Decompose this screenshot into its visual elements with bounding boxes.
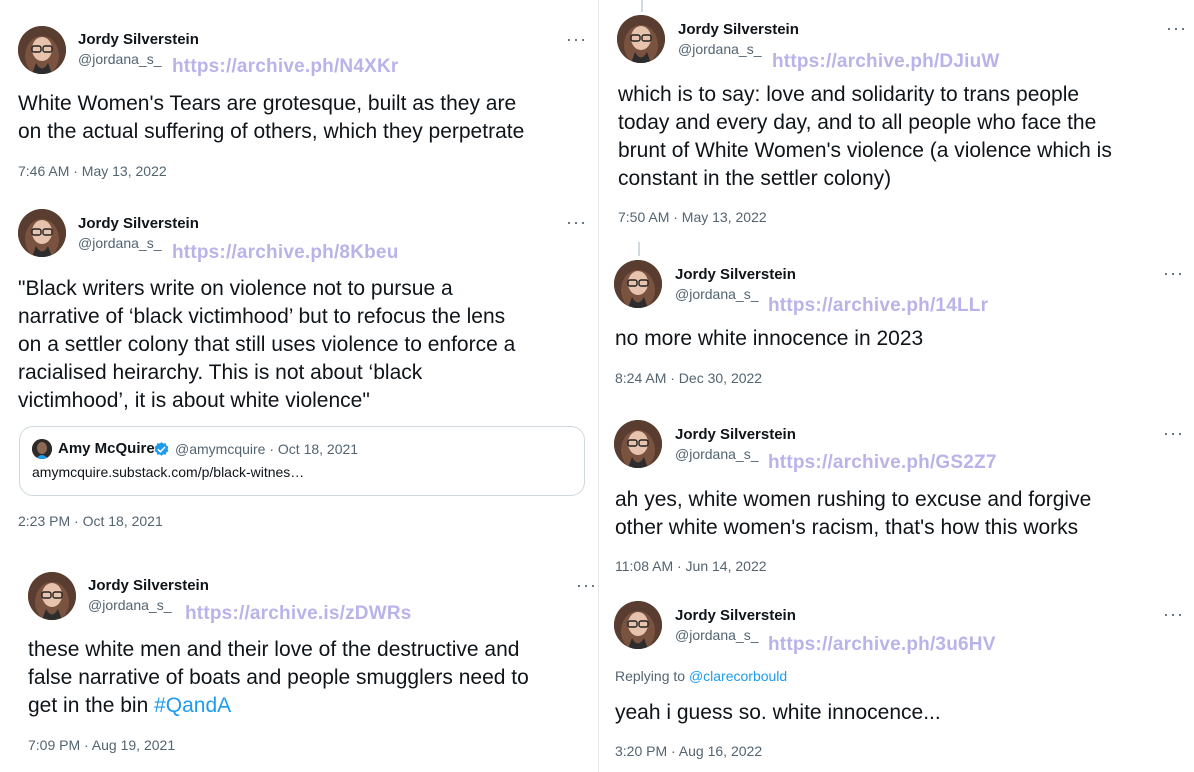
tweet-text: White Women's Tears are grotesque, built… — [18, 90, 524, 146]
tweet: Jordy Silverstein @jordana_s_ https://ar… — [600, 587, 1194, 772]
archive-link: https://archive.ph/14LLr — [768, 295, 989, 316]
quoted-author-name: Amy McQuire — [58, 440, 155, 457]
tweet-text-line: yeah i guess so. white innocence... — [615, 701, 941, 724]
tweet-text-line: brunt of White Women's violence (a viole… — [618, 139, 1112, 162]
author-handle[interactable]: @jordana_s_ — [678, 41, 762, 57]
tweet-text: these white men and their love of the de… — [28, 636, 529, 720]
verified-badge-icon — [153, 441, 170, 458]
tweet-text: no more white innocence in 2023 — [615, 325, 923, 353]
quoted-tweet-card[interactable]: Amy McQuire @amymcquire · Oct 18, 2021 a… — [19, 426, 585, 496]
tweet-text-fragment: get in the bin — [28, 694, 155, 717]
author-handle[interactable]: @jordana_s_ — [78, 51, 162, 67]
tweet-text-line: ah yes, white women rushing to excuse an… — [615, 488, 1092, 511]
author-name[interactable]: Jordy Silverstein — [78, 31, 199, 48]
tweet-text-line: on a settler colony that still uses viol… — [18, 333, 516, 356]
replying-to: Replying to @clarecorbould — [615, 668, 787, 684]
author-handle[interactable]: @jordana_s_ — [78, 235, 162, 251]
tweet-text-line: get in the bin #QandA — [28, 692, 529, 720]
tweet-text-line: constant in the settler colony) — [618, 167, 892, 190]
author-handle[interactable]: @jordana_s_ — [675, 286, 759, 302]
tweet-text-line: today and every day, and to all people w… — [618, 111, 1097, 134]
tweet-text: which is to say: love and solidarity to … — [618, 81, 1112, 193]
more-options-icon[interactable]: ··· — [566, 213, 587, 231]
more-options-icon[interactable]: ··· — [566, 30, 587, 48]
avatar[interactable] — [18, 209, 66, 257]
tweet: Jordy Silverstein @jordana_s_ https://ar… — [0, 0, 595, 195]
more-options-icon[interactable]: ··· — [1163, 605, 1184, 623]
tweet: Jordy Silverstein @jordana_s_ https://ar… — [600, 245, 1194, 400]
tweet-text-line: no more white innocence in 2023 — [615, 327, 924, 350]
author-name[interactable]: Jordy Silverstein — [88, 577, 209, 594]
avatar[interactable] — [614, 260, 662, 308]
author-name[interactable]: Jordy Silverstein — [675, 607, 796, 624]
author-handle[interactable]: @jordana_s_ — [675, 627, 759, 643]
tweet-timestamp[interactable]: 7:46 AM · May 13, 2022 — [18, 163, 167, 179]
archive-link: https://archive.is/zDWRs — [185, 603, 412, 624]
avatar[interactable] — [18, 26, 66, 74]
author-name[interactable]: Jordy Silverstein — [78, 215, 199, 232]
tweet-text-line: victimhood’, it is about white violence" — [18, 389, 370, 412]
tweet-text-line: on the actual suffering of others, which… — [18, 120, 525, 143]
mention-link[interactable]: @clarecorbould — [689, 668, 787, 684]
more-options-icon[interactable]: ··· — [576, 576, 597, 594]
tweet-text-line: other white women's racism, that's how t… — [615, 516, 1079, 539]
tweet-text: "Black writers write on violence not to … — [18, 275, 515, 415]
more-options-icon[interactable]: ··· — [1166, 19, 1187, 37]
tweet-text: ah yes, white women rushing to excuse an… — [615, 486, 1091, 542]
tweet-timestamp[interactable]: 2:23 PM · Oct 18, 2021 — [18, 513, 163, 529]
quoted-link[interactable]: amymcquire.substack.com/p/black-witnes… — [32, 464, 304, 480]
replying-to-label: Replying to — [615, 668, 689, 684]
tweet: Jordy Silverstein @jordana_s_ https://ar… — [600, 0, 1194, 240]
tweet-timestamp[interactable]: 8:24 AM · Dec 30, 2022 — [615, 370, 762, 386]
author-handle[interactable]: @jordana_s_ — [675, 446, 759, 462]
archive-link: https://archive.ph/GS2Z7 — [768, 452, 997, 473]
archive-link: https://archive.ph/DJiuW — [772, 51, 1000, 72]
archive-link: https://archive.ph/N4XKr — [172, 56, 399, 77]
hashtag-link[interactable]: #QandA — [154, 694, 231, 717]
archive-link: https://archive.ph/8Kbeu — [172, 242, 399, 263]
tweet: Jordy Silverstein @jordana_s_ https://ar… — [0, 195, 595, 545]
tweet-timestamp[interactable]: 3:20 PM · Aug 16, 2022 — [615, 743, 762, 759]
avatar[interactable] — [28, 572, 76, 620]
author-name[interactable]: Jordy Silverstein — [678, 21, 799, 38]
more-options-icon[interactable]: ··· — [1163, 424, 1184, 442]
tweet-text-line: racialised heirarchy. This is not about … — [18, 361, 423, 384]
tweet-text-line: White Women's Tears are grotesque, built… — [18, 92, 517, 115]
tweet-text-line: these white men and their love of the de… — [28, 638, 520, 661]
tweet-text-line: false narrative of boats and people smug… — [28, 666, 529, 689]
archive-link: https://archive.ph/3u6HV — [768, 634, 996, 655]
tweet-text-line: which is to say: love and solidarity to … — [618, 83, 1080, 106]
author-name[interactable]: Jordy Silverstein — [675, 426, 796, 443]
column-divider — [598, 0, 599, 772]
tweet-timestamp[interactable]: 7:50 AM · May 13, 2022 — [618, 209, 767, 225]
author-handle[interactable]: @jordana_s_ — [88, 597, 172, 613]
tweet-timestamp[interactable]: 7:09 PM · Aug 19, 2021 — [28, 737, 175, 753]
tweet-text-line: "Black writers write on violence not to … — [18, 277, 453, 300]
quoted-meta: @amymcquire · Oct 18, 2021 — [175, 441, 359, 457]
author-name[interactable]: Jordy Silverstein — [675, 266, 796, 283]
tweet-timestamp[interactable]: 11:08 AM · Jun 14, 2022 — [615, 558, 767, 574]
avatar[interactable] — [614, 420, 662, 468]
tweet-text-line: narrative of ‘black victimhood’ but to r… — [18, 305, 506, 328]
quoted-author-avatar — [32, 439, 52, 459]
tweet: Jordy Silverstein @jordana_s_ https://ar… — [10, 550, 597, 772]
tweet-text: yeah i guess so. white innocence... — [615, 699, 941, 727]
avatar[interactable] — [614, 601, 662, 649]
more-options-icon[interactable]: ··· — [1163, 264, 1184, 282]
tweet: Jordy Silverstein @jordana_s_ https://ar… — [600, 405, 1194, 585]
avatar[interactable] — [617, 15, 665, 63]
